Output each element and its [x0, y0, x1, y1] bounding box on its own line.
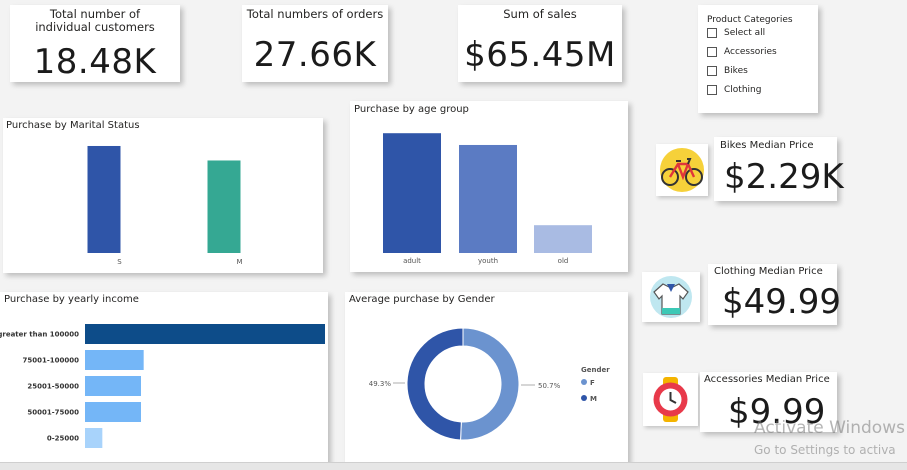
checkbox[interactable]: [707, 85, 717, 95]
slicer-item-select-all[interactable]: Select all: [707, 28, 765, 38]
tick-label-income-1: 75001-100000: [23, 357, 80, 365]
value-label-M: 49.3%: [369, 380, 392, 388]
tick-label-old: old: [558, 257, 569, 265]
bikes-icon-tile: [656, 144, 708, 196]
slicer-title: Product Categories: [707, 15, 793, 25]
tick-label-income-0: greater than 100000: [0, 331, 79, 339]
bikes-median-card: Bikes Median Price $2.29K: [714, 137, 844, 201]
legend-label-M: M: [590, 395, 597, 403]
bicycle-icon: [660, 148, 704, 192]
slicer-item-bikes[interactable]: Bikes: [707, 66, 748, 76]
shirt-icon: [650, 276, 692, 318]
clothing-median-card: Clothing Median Price $49.99: [708, 264, 841, 325]
legend-marker-F: [581, 379, 587, 385]
bar-income-2: [85, 376, 141, 396]
yearly-income-chart[interactable]: Purchase by yearly income greater than 1…: [0, 292, 328, 466]
tick-label-adult: adult: [403, 257, 421, 265]
kpi-value-customers: 18.48K: [33, 42, 157, 82]
legend-label-F: F: [590, 379, 595, 387]
slicer-item-label: Clothing: [724, 85, 762, 95]
kpi-title-sales: Sum of sales: [503, 7, 577, 21]
value-label-F: 50.7%: [538, 382, 561, 390]
slicer-item-accessories[interactable]: Accessories: [707, 47, 777, 57]
marital-status-chart[interactable]: Purchase by Marital Status SM: [3, 118, 323, 273]
bar-youth: [459, 144, 517, 253]
tick-label-M: M: [236, 258, 242, 266]
marital-status-svg: SM: [87, 145, 243, 266]
slicer-item-clothing[interactable]: Clothing: [707, 85, 761, 95]
activate-windows-subtext: Go to Settings to activa: [754, 443, 896, 457]
tick-label-income-3: 50001-75000: [27, 409, 79, 417]
median-title: Accessories Median Price: [704, 374, 830, 385]
checkbox[interactable]: [707, 28, 717, 38]
legend-marker-M: [581, 395, 587, 401]
kpi-value-sales: $65.45M: [464, 35, 616, 75]
checkbox[interactable]: [707, 66, 717, 76]
median-title: Clothing Median Price: [714, 266, 823, 277]
median-title: Bikes Median Price: [720, 140, 814, 151]
yearly-income-svg: greater than 100000 75001-100000 25001-500…: [0, 324, 325, 448]
bar-old: [534, 225, 592, 253]
bar-income-1: [85, 350, 144, 370]
slice-M: [406, 327, 464, 441]
tick-label-youth: youth: [478, 257, 498, 265]
checkbox[interactable]: [707, 47, 717, 57]
bar-income-3: [85, 402, 141, 422]
bar-adult: [383, 133, 441, 253]
median-value: $49.99: [722, 282, 841, 322]
legend-title: Gender: [581, 366, 610, 374]
kpi-title-customers: Total number of individual customers: [35, 7, 155, 34]
slicer-item-label: Select all: [724, 28, 766, 38]
age-group-chart[interactable]: Purchase by age group adult youth old: [350, 101, 628, 272]
kpi-value-orders: 27.66K: [253, 35, 377, 75]
gender-donut-svg: 50.7% 49.3% Gender FM: [369, 327, 610, 441]
slicer-item-label: Bikes: [724, 66, 748, 76]
kpi-card-orders: Total numbers of orders 27.66K: [242, 5, 388, 82]
gender-donut-chart[interactable]: Average purchase by Gender 50.7% 49.3% Gen…: [345, 292, 628, 466]
accessories-icon-tile: [643, 373, 698, 426]
slicer-item-label: Accessories: [724, 47, 777, 57]
product-category-slicer: Product Categories Select all Accessorie…: [698, 5, 818, 113]
watch-icon: [653, 377, 688, 422]
bar-M: [207, 160, 241, 253]
bar-S: [87, 145, 121, 253]
kpi-title-orders: Total numbers of orders: [246, 7, 384, 21]
bar-income-0: [85, 324, 325, 344]
bottom-scrollbar[interactable]: [0, 462, 907, 470]
tick-label-S: S: [117, 258, 122, 266]
median-value: $2.29K: [724, 157, 844, 197]
activate-windows-watermark: Activate Windows: [754, 418, 905, 438]
tick-label-income-4: 0-25000: [47, 435, 79, 443]
slice-F: [460, 327, 520, 441]
age-group-svg: adult youth old: [383, 133, 592, 265]
clothing-icon-tile: [642, 272, 700, 322]
kpi-card-sales: Sum of sales $65.45M: [458, 5, 622, 82]
tick-label-income-2: 25001-50000: [27, 383, 79, 391]
kpi-card-customers: Total number of individual customers 18.…: [10, 5, 180, 82]
bar-income-4: [85, 428, 103, 448]
